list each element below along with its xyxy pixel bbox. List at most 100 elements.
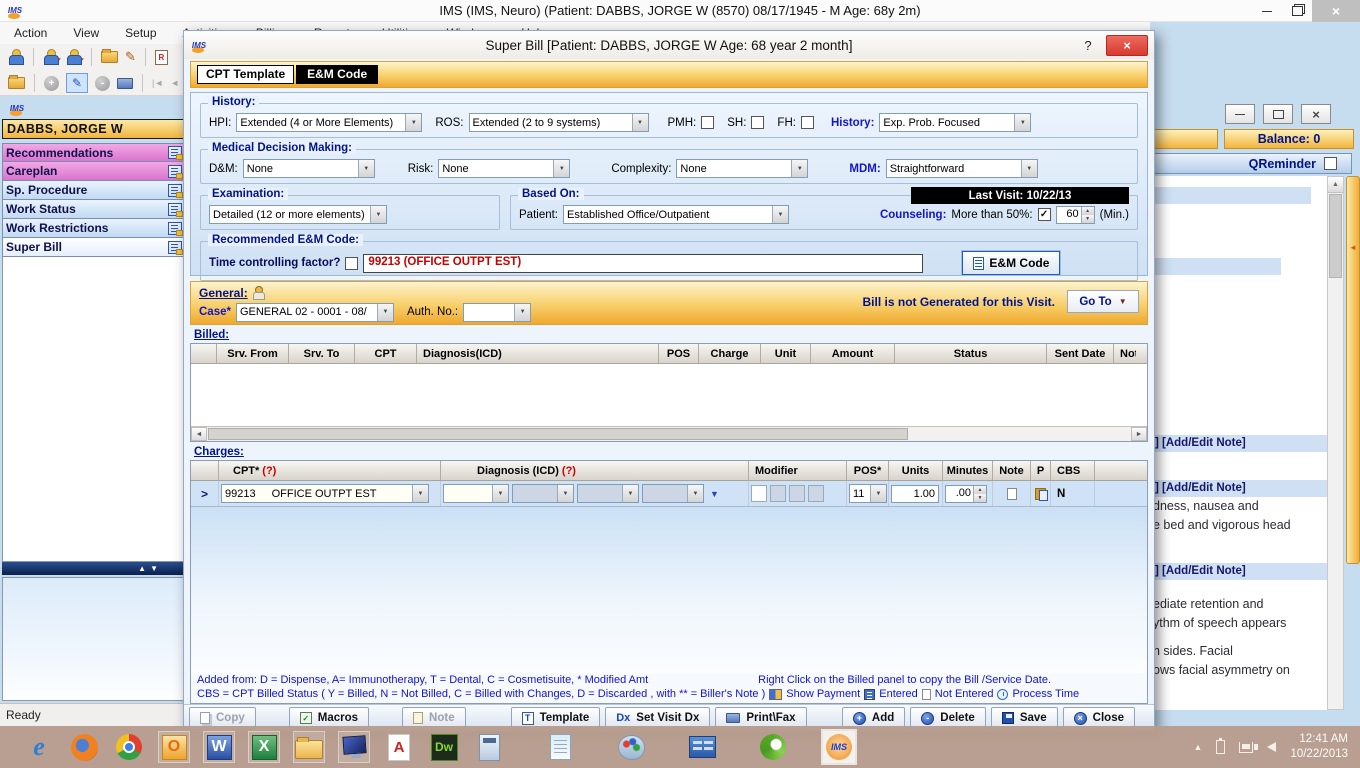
spin-up-icon[interactable]	[1082, 207, 1094, 215]
open-folder-icon[interactable]	[8, 77, 25, 89]
spin-down-icon[interactable]	[974, 494, 986, 502]
modifier-box-2[interactable]	[770, 485, 786, 502]
ros-select[interactable]: Extended (2 to 9 systems)	[469, 113, 649, 132]
billed-header-charge[interactable]: Charge	[699, 344, 761, 363]
mdm-result-select[interactable]: Straightforward	[886, 159, 1038, 178]
add-edit-note-link[interactable]: ] [Add/Edit Note]	[1151, 480, 1327, 497]
child-minimize-icon[interactable]	[1225, 104, 1255, 124]
diagnosis-help-icon[interactable]: (?)	[562, 465, 576, 477]
patient-check-icon[interactable]: ✓	[43, 49, 59, 65]
taskbar-control-panel-icon[interactable]	[687, 732, 717, 762]
taskbar-remote-desktop-icon[interactable]	[339, 732, 369, 762]
payment-posting-icon[interactable]	[1035, 488, 1046, 500]
note-icon[interactable]	[168, 146, 182, 159]
dropdown-arrow-icon[interactable]	[553, 160, 569, 177]
dropdown-arrow-icon[interactable]	[870, 485, 886, 502]
dropdown-arrow-icon[interactable]	[772, 206, 788, 223]
dm-select[interactable]: None	[243, 159, 375, 178]
tab-em-code[interactable]: E&M Code	[296, 65, 378, 84]
billed-header-pos[interactable]: POS	[659, 344, 699, 363]
complexity-select[interactable]: None	[676, 159, 808, 178]
scrollbar-thumb[interactable]	[1329, 194, 1342, 278]
tray-expand-icon[interactable]: ▲	[1194, 742, 1203, 752]
billed-header-sent-date[interactable]: Sent Date	[1047, 344, 1114, 363]
note-link-text[interactable]: ] [Add/Edit Note]	[1151, 437, 1246, 449]
battery-icon[interactable]	[1216, 740, 1225, 754]
dropdown-arrow-icon[interactable]	[358, 160, 374, 177]
edit-note-icon[interactable]: ✎	[125, 49, 136, 65]
go-to-button[interactable]: Go To▼	[1067, 290, 1139, 313]
fh-checkbox[interactable]	[801, 116, 814, 129]
taskbar-notepad-icon[interactable]	[545, 732, 575, 762]
child-restore-icon[interactable]	[1263, 104, 1293, 124]
tray-clock[interactable]: 12:41 AM 10/22/2013	[1290, 732, 1348, 762]
child-close-icon[interactable]: ×	[1301, 104, 1331, 124]
diagnosis-select-2[interactable]	[512, 484, 574, 503]
billed-header-cpt[interactable]: CPT	[355, 344, 417, 363]
hscrollbar-thumb[interactable]	[208, 428, 908, 440]
billed-header-srv-from[interactable]: Srv. From	[217, 344, 289, 363]
based-on-patient-select[interactable]: Established Office/Outpatient	[563, 205, 789, 224]
taskbar-file-explorer-icon[interactable]	[294, 732, 324, 762]
diagnosis-select-1[interactable]	[443, 484, 509, 503]
em-code-button[interactable]: E&M Code	[962, 251, 1060, 275]
billed-header-diagnosis[interactable]: Diagnosis(ICD)	[417, 344, 659, 363]
taskbar-outlook-icon[interactable]: O	[159, 732, 189, 762]
scroll-right-icon[interactable]: ►	[1131, 427, 1147, 441]
remove-record-icon[interactable]: -	[95, 76, 110, 91]
time-factor-checkbox[interactable]	[345, 257, 358, 270]
dropdown-arrow-icon[interactable]	[791, 160, 807, 177]
billed-header-amount[interactable]: Amount	[811, 344, 895, 363]
billed-header-status[interactable]: Status	[895, 344, 1047, 363]
open-chart-icon[interactable]	[101, 51, 118, 63]
charges-header-minutes[interactable]: Minutes	[943, 461, 993, 480]
diagnosis-select-3[interactable]	[577, 484, 639, 503]
sidebar-item-careplan[interactable]: Careplan	[2, 162, 186, 181]
examination-select[interactable]: Detailed (12 or more elements)	[209, 205, 387, 224]
menu-setup[interactable]: Setup	[125, 26, 156, 40]
units-field[interactable]: 1.00	[891, 485, 939, 503]
cpt-help-icon[interactable]: (?)	[262, 465, 276, 477]
case-select[interactable]: GENERAL 02 - 0001 - 08/	[236, 303, 394, 322]
taskbar-firefox-icon[interactable]	[69, 732, 99, 762]
rx-clipboard-icon[interactable]: R	[155, 50, 168, 65]
vertical-scrollbar[interactable]: ▲	[1327, 176, 1344, 710]
dialog-titlebar[interactable]: IMS Super Bill [Patient: DABBS, JORGE W …	[184, 31, 1154, 59]
modifier-box-1[interactable]	[751, 485, 767, 502]
modifier-box-3[interactable]	[789, 485, 805, 502]
risk-select[interactable]: None	[438, 159, 570, 178]
scroll-left-icon[interactable]: ◄	[191, 427, 207, 441]
dropdown-arrow-icon[interactable]	[412, 485, 428, 502]
note-icon[interactable]	[168, 241, 182, 254]
sidebar-item-super-bill[interactable]: Super Bill	[2, 238, 186, 257]
row-selector[interactable]: >	[191, 481, 219, 506]
print-icon[interactable]	[117, 78, 133, 89]
taskbar-dragon-icon[interactable]	[758, 732, 788, 762]
menu-action[interactable]: Action	[14, 26, 47, 40]
slideout-arrow-icon[interactable]: ◄	[1349, 243, 1357, 252]
hpi-select[interactable]: Extended (4 or More Elements)	[236, 113, 422, 132]
minutes-stepper[interactable]: .00	[945, 485, 987, 503]
pos-select[interactable]: 11	[849, 484, 887, 503]
charges-header-units[interactable]: Units	[889, 461, 943, 480]
add-record-icon[interactable]: +	[44, 76, 59, 91]
sidebar-collapse-bar[interactable]: ▲ ▼	[2, 562, 186, 575]
taskbar-dreamweaver-icon[interactable]: Dw	[429, 732, 459, 762]
restore-icon[interactable]	[1282, 2, 1312, 20]
collapse-up-icon[interactable]: ▲	[138, 564, 146, 573]
scroll-up-icon[interactable]: ▲	[1328, 177, 1343, 193]
sh-checkbox[interactable]	[751, 116, 764, 129]
dropdown-arrow-icon[interactable]	[514, 304, 530, 321]
billed-header-blank[interactable]	[191, 344, 217, 363]
dropdown-arrow-icon[interactable]	[632, 114, 648, 131]
charges-header-diagnosis[interactable]: Diagnosis (ICD)(?)	[441, 461, 749, 480]
row-note-icon[interactable]	[1007, 488, 1017, 500]
taskbar-ims-icon[interactable]: IMS	[823, 731, 855, 763]
volume-icon[interactable]	[1267, 742, 1276, 752]
collapse-down-icon[interactable]: ▼	[150, 564, 158, 573]
taskbar-acrobat-icon[interactable]: A	[384, 732, 414, 762]
sidebar-item-recommendations[interactable]: Recommendations	[2, 143, 186, 162]
note-icon[interactable]	[168, 222, 182, 235]
edit-record-icon[interactable]: ✎	[66, 73, 88, 93]
sidebar-item-work-restrictions[interactable]: Work Restrictions	[2, 219, 186, 238]
